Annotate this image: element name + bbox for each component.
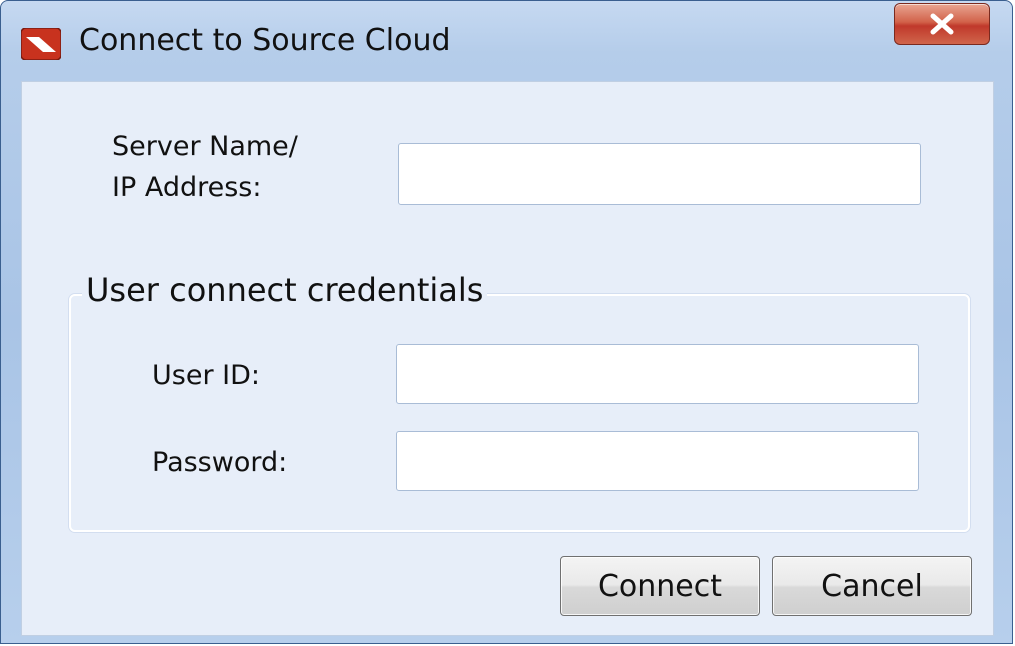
app-icon	[20, 27, 62, 61]
password-label: Password:	[152, 447, 288, 478]
connect-button[interactable]: Connect	[560, 556, 760, 616]
user-id-label: User ID:	[152, 360, 260, 391]
cancel-button[interactable]: Cancel	[772, 556, 972, 616]
title-bar[interactable]: Connect to Source Cloud	[1, 1, 1012, 79]
server-label: Server Name/ IP Address:	[112, 126, 298, 208]
credentials-groupbox	[69, 294, 970, 532]
server-name-input[interactable]	[398, 143, 921, 205]
close-icon	[929, 13, 955, 35]
server-label-line2: IP Address:	[112, 172, 262, 203]
credentials-group-title: User connect credentials	[82, 270, 488, 310]
close-button[interactable]	[894, 3, 990, 45]
window-title: Connect to Source Cloud	[79, 23, 451, 58]
password-input[interactable]	[396, 431, 919, 491]
server-label-line1: Server Name/	[112, 131, 298, 162]
dialog-window: Connect to Source Cloud Server Name/ IP …	[0, 0, 1013, 644]
dialog-body: Server Name/ IP Address: User connect cr…	[21, 81, 994, 636]
user-id-input[interactable]	[396, 344, 919, 404]
